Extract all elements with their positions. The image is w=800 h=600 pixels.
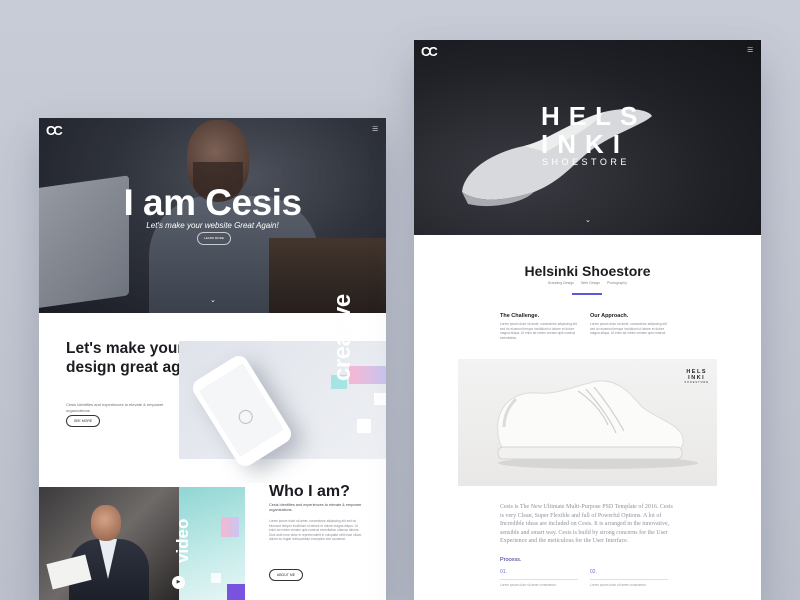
decor-square: [221, 517, 239, 537]
product-image-panel: HELS INKI SHOESTORE: [458, 359, 717, 486]
logo-ring-icon: [236, 407, 256, 427]
hero-title: HELS INKI: [541, 102, 646, 158]
title-underline: [572, 293, 602, 295]
about-section: video ▶ Who I am? Cesis Identifies and e…: [39, 483, 386, 600]
see-more-button[interactable]: SEE MORE: [66, 415, 100, 427]
menu-icon[interactable]: ☰: [372, 125, 378, 133]
process-step-number: 02.: [590, 569, 597, 575]
play-icon[interactable]: ▶: [172, 576, 185, 589]
project-tag[interactable]: Photography: [607, 281, 627, 285]
phone-mockup-image: [189, 352, 295, 470]
design-description: Cesis Identifies and experiences to elev…: [66, 402, 164, 413]
process-divider: [590, 579, 668, 580]
phone-screen: [198, 363, 285, 458]
approach-text: Lorem ipsum dolor sit amet, consectetur …: [590, 322, 667, 336]
about-lead: Cesis Identifies and experiences to elev…: [269, 503, 362, 512]
decor-square: [211, 573, 221, 583]
about-me-button[interactable]: ABOUT ME: [269, 569, 303, 581]
project-tags: Branding Design Web Design Photography: [414, 281, 761, 285]
video-word: video: [173, 518, 192, 563]
decor-square: [227, 584, 245, 600]
process-step-text: Lorem ipsum dolor sit amet consectetur: [590, 583, 646, 587]
white-sneaker-image: [497, 380, 698, 469]
chevron-down-icon[interactable]: ⌄: [210, 296, 216, 304]
about-body: Lorem ipsum dolor sit amet, consectetur …: [269, 519, 362, 542]
process-step-text: Lorem ipsum dolor sit amet consectetur: [500, 583, 556, 587]
design-section: Let's make your design great again Cesis…: [39, 294, 386, 483]
process-step-number: 01.: [500, 569, 507, 575]
decor-square: [357, 419, 371, 433]
hero-section: CC ☰ HELS INKI SHOESTORE ⌄: [414, 40, 761, 235]
creative-word: creative: [329, 294, 356, 381]
project-tag[interactable]: Branding Design: [548, 281, 574, 285]
menu-icon[interactable]: ☰: [747, 46, 753, 54]
product-mini-logo: HELS INKI SHOESTORE: [684, 369, 709, 384]
hero-subtitle: Let's make your website Great Again!: [146, 221, 279, 230]
hero-title-line1: HELS: [541, 101, 647, 131]
phone-mockup-area: creative: [179, 294, 386, 470]
process-title: Process.: [500, 557, 522, 563]
project-title: Helsinki Shoestore: [524, 263, 651, 279]
hero-tagline: SHOESTORE: [542, 157, 630, 167]
learn-more-button[interactable]: LEARN MORE: [197, 232, 231, 245]
approach-title: Our Approach.: [590, 313, 629, 319]
hero-title: I am Cesis: [123, 182, 302, 223]
project-tag[interactable]: Web Design: [581, 281, 600, 285]
decor-square: [374, 393, 386, 405]
cesis-personal-page: CC ☰ I am Cesis Let's make your website …: [39, 118, 386, 600]
man-head-shape: [91, 505, 121, 541]
helsinki-shoestore-page: CC ☰ HELS INKI SHOESTORE ⌄ Helsinki Shoe…: [414, 40, 761, 600]
project-paragraph: Cesis is The New Ultimate Multi-Purpose …: [500, 504, 673, 545]
hero-section: CC ☰ I am Cesis Let's make your website …: [39, 118, 386, 313]
process-divider: [500, 579, 578, 580]
mini-logo-tag: SHOESTORE: [684, 381, 709, 384]
business-man-image: [39, 487, 179, 600]
site-logo[interactable]: CC: [421, 44, 438, 59]
chevron-down-icon[interactable]: ⌄: [585, 216, 591, 224]
project-section: Helsinki Shoestore Branding Design Web D…: [414, 235, 761, 600]
challenge-title: The Challenge.: [500, 313, 540, 319]
hero-title-line2: INKI: [541, 129, 629, 159]
challenge-text: Lorem ipsum dolor sit amet, consectetur …: [500, 322, 577, 340]
about-heading: Who I am?: [269, 483, 350, 500]
site-logo[interactable]: CC: [46, 123, 63, 138]
